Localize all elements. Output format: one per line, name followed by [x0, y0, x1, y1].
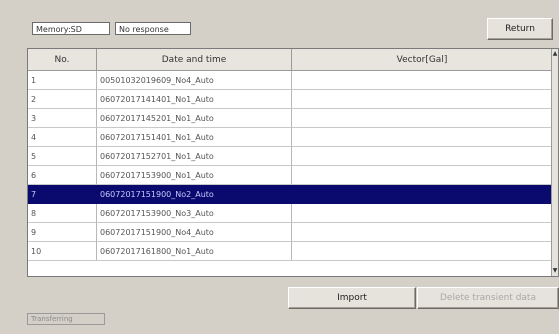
cell-no: 2: [28, 90, 97, 109]
table-row[interactable]: 2 06072017141401_No1_Auto: [28, 90, 553, 109]
cell-date-time: 06072017153900_No1_Auto: [97, 166, 292, 185]
cell-vector: [292, 185, 553, 204]
cell-no: 7: [28, 185, 97, 204]
data-table: No. Date and time Vector[Gal] 1 005010320…: [27, 48, 559, 277]
cell-vector: [292, 166, 553, 185]
column-header-no[interactable]: No.: [28, 49, 97, 71]
return-button[interactable]: Return: [487, 18, 553, 40]
cell-no: 6: [28, 166, 97, 185]
cell-date-time: 06072017151900_No4_Auto: [97, 223, 292, 242]
import-button[interactable]: Import: [288, 287, 416, 309]
scroll-up-icon[interactable]: ▲: [552, 50, 558, 58]
cell-vector: [292, 71, 553, 90]
column-header-vector[interactable]: Vector[Gal]: [292, 49, 553, 71]
table-row[interactable]: 5 06072017152701_No1_Auto: [28, 147, 553, 166]
cell-vector: [292, 109, 553, 128]
table-row[interactable]: 7 06072017151900_No2_Auto: [28, 185, 553, 204]
cell-date-time: 06072017151401_No1_Auto: [97, 128, 292, 147]
cell-no: 1: [28, 71, 97, 90]
table-row[interactable]: 6 06072017153900_No1_Auto: [28, 166, 553, 185]
table-row[interactable]: 3 06072017145201_No1_Auto: [28, 109, 553, 128]
vertical-scrollbar[interactable]: ▲ ▼: [551, 49, 558, 276]
cell-date-time: 06072017151900_No2_Auto: [97, 185, 292, 204]
column-header-date-time[interactable]: Date and time: [97, 49, 292, 71]
cell-no: 3: [28, 109, 97, 128]
cell-no: 9: [28, 223, 97, 242]
cell-date-time: 06072017161800_No1_Auto: [97, 242, 292, 261]
cell-date-time: 06072017141401_No1_Auto: [97, 90, 292, 109]
cell-date-time: 00501032019609_No4_Auto: [97, 71, 292, 90]
cell-no: 10: [28, 242, 97, 261]
cell-vector: [292, 128, 553, 147]
memory-data-window: Memory:SD No response Return No. Date an…: [0, 0, 559, 334]
cell-date-time: 06072017145201_No1_Auto: [97, 109, 292, 128]
cell-vector: [292, 147, 553, 166]
table-row[interactable]: 8 06072017153900_No3_Auto: [28, 204, 553, 223]
status-tag: No response: [115, 22, 191, 35]
memory-tag: Memory:SD: [32, 22, 110, 35]
cell-vector: [292, 90, 553, 109]
cell-no: 5: [28, 147, 97, 166]
table-row[interactable]: 10 06072017161800_No1_Auto: [28, 242, 553, 261]
cell-date-time: 06072017152701_No1_Auto: [97, 147, 292, 166]
status-bar-text: Transferring: [27, 313, 105, 325]
cell-no: 4: [28, 128, 97, 147]
cell-no: 8: [28, 204, 97, 223]
table-row[interactable]: 9 06072017151900_No4_Auto: [28, 223, 553, 242]
cell-vector: [292, 223, 553, 242]
cell-date-time: 06072017153900_No3_Auto: [97, 204, 292, 223]
table-row[interactable]: 4 06072017151401_No1_Auto: [28, 128, 553, 147]
cell-vector: [292, 204, 553, 223]
scroll-down-icon[interactable]: ▼: [552, 267, 558, 275]
delete-transient-data-button[interactable]: Delete transient data: [417, 287, 559, 309]
cell-vector: [292, 242, 553, 261]
table-row[interactable]: 1 00501032019609_No4_Auto: [28, 71, 553, 90]
